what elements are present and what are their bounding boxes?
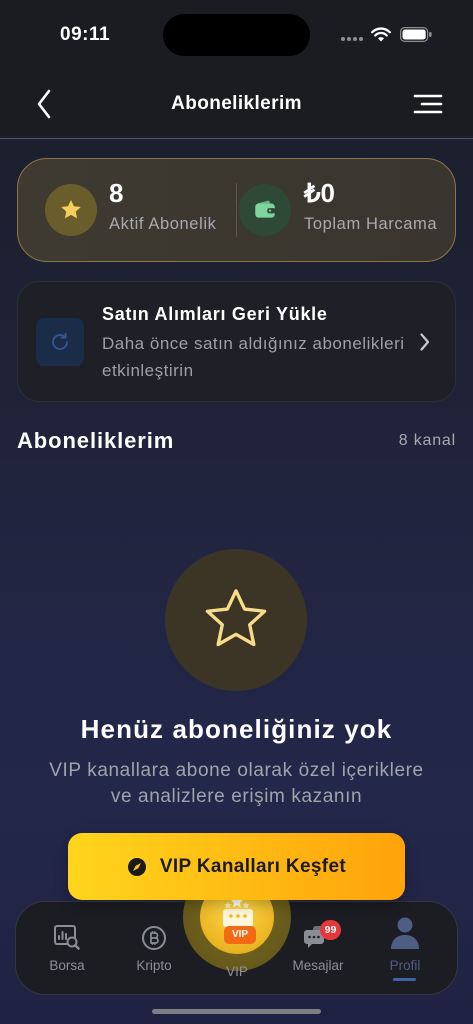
restore-purchases-card[interactable]: Satın Alımları Geri Yükle Daha önce satı… (17, 281, 456, 402)
status-time: 09:11 (60, 24, 111, 45)
tab-kripto-label: Kripto (136, 958, 172, 973)
restore-description-line-2: etkinleştirin (102, 361, 194, 380)
bitcoin-icon (142, 926, 166, 950)
wallet-icon (255, 200, 276, 218)
spending-stat-badge (239, 184, 291, 236)
chart-search-icon (54, 925, 80, 950)
active-subscription-count: 8 (109, 178, 124, 208)
restore-title: Satın Alımları Geri Yükle (102, 304, 328, 324)
status-bar: 09:11 (0, 0, 473, 60)
tab-profil-label: Profil (389, 958, 421, 973)
vip-badge: VIP (224, 926, 256, 944)
tab-borsa-label: Borsa (49, 958, 85, 973)
tab-profil[interactable]: Profil (365, 905, 445, 985)
chevron-right-icon (420, 333, 430, 351)
subscriptions-screen: 09:11 Aboneliklerim 8 Aktif Abonelik ₺0 … (0, 0, 473, 1024)
explore-vip-channels-button[interactable]: VIP Kanalları Keşfet (68, 833, 405, 900)
empty-state-title: Henüz aboneliğiniz yok (80, 714, 393, 744)
header-divider (0, 138, 473, 139)
subscriptions-section-title: Aboneliklerim (17, 428, 175, 453)
stats-card: 8 Aktif Abonelik ₺0 Toplam Harcama (17, 158, 456, 262)
tab-vip-label: VIP (226, 964, 248, 979)
empty-state-message-line-1: VIP kanallara abone olarak özel içerikle… (49, 760, 424, 781)
explore-vip-channels-label: VIP Kanalları Keşfet (159, 855, 347, 877)
tab-borsa[interactable]: Borsa (27, 905, 107, 985)
active-stat-badge (45, 184, 97, 236)
restore-description-line-1: Daha önce satın aldığınız abonelikleri (102, 334, 405, 353)
active-tab-indicator (393, 978, 416, 981)
empty-state-message-line-2: ve analizlere erişim kazanın (110, 786, 363, 807)
total-spending-value: ₺0 (304, 178, 336, 208)
empty-state-illustration (165, 549, 307, 691)
page-title: Aboneliklerim (171, 93, 302, 114)
person-icon (391, 917, 419, 949)
home-indicator[interactable] (152, 1009, 321, 1014)
total-spending-label: Toplam Harcama (304, 215, 438, 233)
compass-icon (127, 857, 146, 876)
channel-count: 8 kanal (398, 432, 456, 449)
refresh-icon (52, 332, 68, 350)
unread-messages-badge: 99 (320, 920, 341, 940)
signal-icon (341, 37, 363, 41)
wifi-icon (371, 27, 391, 42)
dynamic-island (163, 14, 310, 56)
active-subscription-label: Aktif Abonelik (109, 215, 217, 233)
restore-icon-box (36, 318, 84, 366)
star-outline-icon (205, 589, 267, 647)
tab-kripto[interactable]: Kripto (114, 905, 194, 985)
battery-icon (400, 27, 432, 42)
stats-divider (236, 183, 237, 237)
star-icon (61, 200, 81, 219)
